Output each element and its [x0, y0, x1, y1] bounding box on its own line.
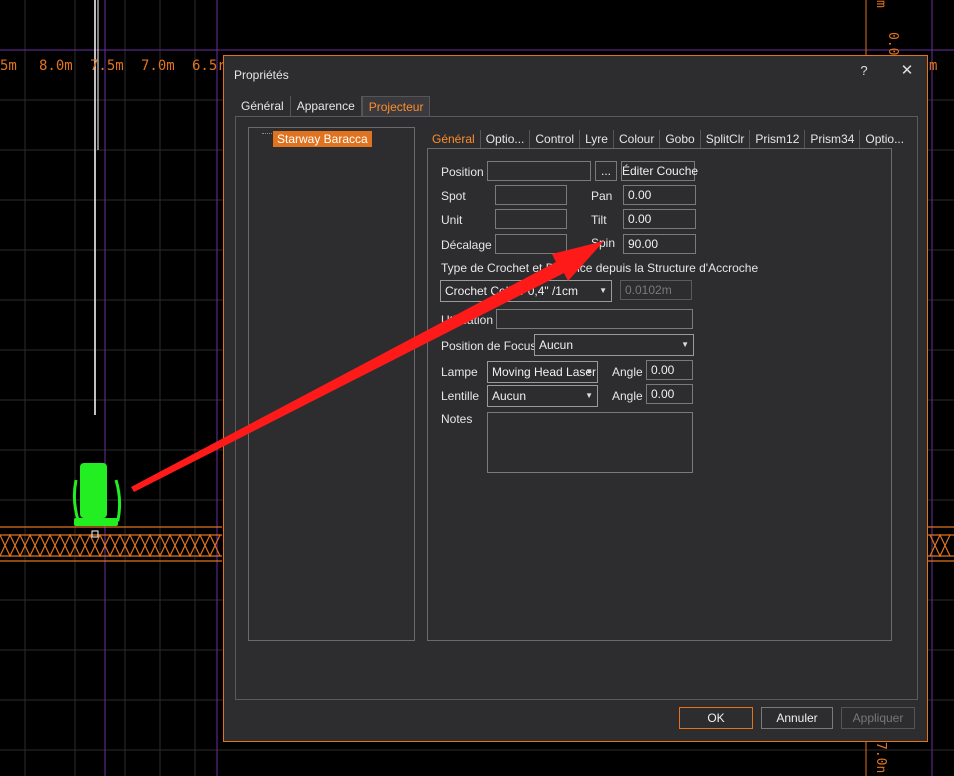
inner-tab-lyre[interactable]: Lyre: [580, 130, 614, 148]
lamp-angle-label: Angle: [612, 365, 643, 379]
properties-dialog: Propriétés ? ✕ Général Apparence Project…: [223, 55, 928, 742]
pan-field[interactable]: 0.00: [623, 185, 696, 205]
inner-tab-options-2[interactable]: Optio...: [860, 130, 909, 148]
position-label: Position: [441, 165, 484, 179]
lens-angle-field[interactable]: 0.00: [646, 384, 693, 404]
spin-field[interactable]: 90.00: [623, 234, 696, 254]
edit-layer-button[interactable]: Éditer Couche: [621, 161, 698, 181]
pan-label: Pan: [591, 189, 613, 203]
unit-label: Unit: [441, 213, 463, 227]
ruler-label: 8.0m: [39, 58, 73, 74]
tree-connector: [262, 133, 272, 134]
lamp-label: Lampe: [441, 365, 478, 379]
spot-field[interactable]: [495, 185, 567, 205]
hook-type-value: Crochet Collier 0,4" /1cm: [445, 284, 578, 298]
lamp-angle-field[interactable]: 0.00: [646, 360, 693, 380]
ruler-label: 5m: [0, 58, 17, 74]
unit-field[interactable]: [495, 209, 567, 229]
inner-tab-general[interactable]: Général: [427, 130, 481, 148]
vertical-ruler-label: 7.0n: [873, 742, 888, 774]
vertical-ruler-label: 0.0: [885, 32, 900, 56]
lens-select[interactable]: Aucun ▼: [487, 385, 598, 407]
chevron-down-icon: ▼: [681, 340, 689, 349]
apply-button[interactable]: Appliquer: [841, 707, 915, 729]
hook-heading: Type de Crochet et Distance depuis la St…: [441, 261, 759, 275]
help-button[interactable]: ?: [854, 61, 874, 81]
chevron-down-icon: ▼: [585, 391, 593, 400]
inner-tab-prism34[interactable]: Prism34: [805, 130, 861, 148]
close-button[interactable]: ✕: [896, 60, 918, 82]
spin-label: Spin: [591, 236, 616, 250]
inner-tab-colour[interactable]: Colour: [614, 130, 661, 148]
fixture-tree[interactable]: Starway Baracca: [248, 127, 415, 641]
lamp-select[interactable]: Moving Head Laser ▼: [487, 361, 598, 383]
tab-general[interactable]: Général: [235, 96, 291, 116]
offset-label: Décalage: [441, 238, 492, 252]
focus-select[interactable]: Aucun ▼: [534, 334, 694, 356]
inner-tabs: Général Optio... Control Lyre Colour Gob…: [427, 130, 909, 148]
chevron-down-icon: ▼: [585, 367, 593, 376]
notes-label: Notes: [441, 412, 473, 426]
inner-tab-prism12[interactable]: Prism12: [750, 130, 806, 148]
focus-label: Position de Focus: [441, 339, 537, 353]
inner-tab-control[interactable]: Control: [530, 130, 581, 148]
chevron-down-icon: ▼: [599, 286, 607, 295]
inner-tab-gobo[interactable]: Gobo: [660, 130, 701, 148]
lens-label: Lentille: [441, 389, 480, 403]
cancel-button[interactable]: Annuler: [761, 707, 833, 729]
ruler-label: m: [929, 58, 938, 74]
dialog-title: Propriétés: [234, 68, 289, 82]
inner-tab-splitclr[interactable]: SplitClr: [701, 130, 751, 148]
ruler-label: 7.0m: [141, 58, 175, 74]
ok-button[interactable]: OK: [679, 707, 753, 729]
tree-item-fixture[interactable]: Starway Baracca: [273, 131, 372, 147]
focus-value: Aucun: [539, 338, 574, 352]
notes-textarea[interactable]: [487, 412, 693, 473]
browse-button[interactable]: ...: [595, 161, 617, 181]
ruler-label: 7.5m: [90, 58, 124, 74]
lens-angle-label: Angle: [612, 389, 643, 403]
inner-tab-options[interactable]: Optio...: [481, 130, 531, 148]
tab-projector[interactable]: Projecteur: [361, 96, 431, 116]
hook-distance-field: 0.0102m: [620, 280, 692, 300]
spot-label: Spot: [441, 189, 466, 203]
lamp-value: Moving Head Laser: [492, 365, 597, 379]
position-field[interactable]: [487, 161, 591, 181]
tilt-label: Tilt: [591, 213, 607, 227]
tilt-field[interactable]: 0.00: [623, 209, 696, 229]
hook-type-select[interactable]: Crochet Collier 0,4" /1cm ▼: [440, 280, 612, 302]
offset-field[interactable]: [495, 234, 567, 254]
usage-label: Utilisation: [441, 313, 494, 327]
vertical-ruler-label: m: [873, 0, 888, 8]
usage-field[interactable]: [496, 309, 693, 329]
top-tabs: Général Apparence Projecteur: [235, 96, 431, 116]
ruler-label: 6.5r: [192, 58, 226, 74]
lens-value: Aucun: [492, 389, 527, 403]
tab-appearance[interactable]: Apparence: [291, 96, 362, 116]
